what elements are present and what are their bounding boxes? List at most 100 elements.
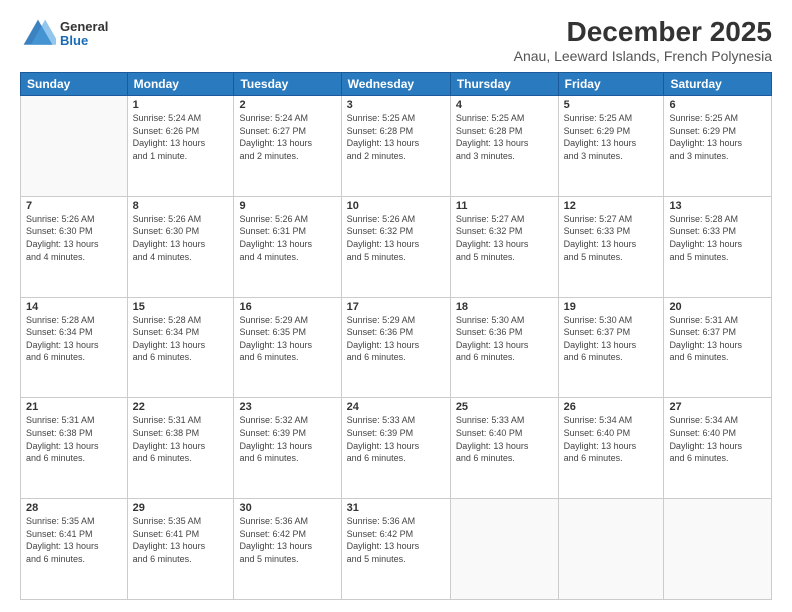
header: General Blue December 2025 Anau, Leeward… bbox=[20, 16, 772, 64]
day-number: 7 bbox=[26, 200, 122, 212]
calendar-cell: 28Sunrise: 5:35 AMSunset: 6:41 PMDayligh… bbox=[21, 499, 128, 600]
day-number: 31 bbox=[347, 502, 445, 514]
day-number: 28 bbox=[26, 502, 122, 514]
day-number: 12 bbox=[564, 200, 659, 212]
day-number: 13 bbox=[669, 200, 766, 212]
week-row-3: 14 Sunrise: 5:28 AMSunset: 6:34 PMDayligh… bbox=[21, 297, 772, 398]
calendar-cell: 8Sunrise: 5:26 AMSunset: 6:30 PMDaylight… bbox=[127, 196, 234, 297]
day-number: 27 bbox=[669, 401, 766, 413]
day-number: 30 bbox=[239, 502, 335, 514]
day-number: 23 bbox=[239, 401, 335, 413]
calendar-header-row: SundayMondayTuesdayWednesdayThursdayFrid… bbox=[21, 73, 772, 96]
day-header-friday: Friday bbox=[558, 73, 664, 96]
calendar-cell: 9Sunrise: 5:26 AMSunset: 6:31 PMDaylight… bbox=[234, 196, 341, 297]
calendar-cell: 22Sunrise: 5:31 AMSunset: 6:38 PMDayligh… bbox=[127, 398, 234, 499]
calendar-cell: 30Sunrise: 5:36 AMSunset: 6:42 PMDayligh… bbox=[234, 499, 341, 600]
day-number: 22 bbox=[133, 401, 229, 413]
month-year: December 2025 bbox=[514, 16, 772, 48]
day-info: Sunrise: 5:26 AMSunset: 6:32 PMDaylight:… bbox=[347, 213, 445, 263]
day-info: Sunrise: 5:26 AMSunset: 6:30 PMDaylight:… bbox=[26, 213, 122, 263]
day-info: Sunrise: 5:35 AMSunset: 6:41 PMDaylight:… bbox=[133, 515, 229, 565]
calendar-cell bbox=[558, 499, 664, 600]
calendar-cell: 18Sunrise: 5:30 AMSunset: 6:36 PMDayligh… bbox=[450, 297, 558, 398]
day-info: Sunrise: 5:27 AMSunset: 6:32 PMDaylight:… bbox=[456, 213, 553, 263]
day-info: Sunrise: 5:33 AMSunset: 6:40 PMDaylight:… bbox=[456, 414, 553, 464]
day-info: Sunrise: 5:27 AMSunset: 6:33 PMDaylight:… bbox=[564, 213, 659, 263]
calendar-cell: 25Sunrise: 5:33 AMSunset: 6:40 PMDayligh… bbox=[450, 398, 558, 499]
day-number: 14 bbox=[26, 301, 122, 313]
day-number: 15 bbox=[133, 301, 229, 313]
week-row-5: 28Sunrise: 5:35 AMSunset: 6:41 PMDayligh… bbox=[21, 499, 772, 600]
day-info: Sunrise: 5:25 AMSunset: 6:29 PMDaylight:… bbox=[564, 112, 659, 162]
day-info: Sunrise: 5:30 AMSunset: 6:37 PMDaylight:… bbox=[564, 314, 659, 364]
day-info: Sunrise: 5:30 AMSunset: 6:36 PMDaylight:… bbox=[456, 314, 553, 364]
logo-icon bbox=[20, 16, 56, 52]
calendar-cell: 4Sunrise: 5:25 AMSunset: 6:28 PMDaylight… bbox=[450, 96, 558, 197]
logo-general: General bbox=[60, 20, 108, 34]
day-number: 21 bbox=[26, 401, 122, 413]
day-info: Sunrise: 5:25 AMSunset: 6:28 PMDaylight:… bbox=[456, 112, 553, 162]
calendar-cell: 14Sunrise: 5:28 AMSunset: 6:34 PMDayligh… bbox=[21, 297, 128, 398]
calendar-cell: 10Sunrise: 5:26 AMSunset: 6:32 PMDayligh… bbox=[341, 196, 450, 297]
day-info: Sunrise: 5:25 AMSunset: 6:28 PMDaylight:… bbox=[347, 112, 445, 162]
calendar-cell bbox=[450, 499, 558, 600]
logo: General Blue bbox=[20, 16, 108, 52]
page: General Blue December 2025 Anau, Leeward… bbox=[0, 0, 792, 612]
day-info: Sunrise: 5:33 AMSunset: 6:39 PMDaylight:… bbox=[347, 414, 445, 464]
day-info: Sunrise: 5:28 AMSunset: 6:33 PMDaylight:… bbox=[669, 213, 766, 263]
day-info: Sunrise: 5:29 AMSunset: 6:35 PMDaylight:… bbox=[239, 314, 335, 364]
week-row-1: 1Sunrise: 5:24 AMSunset: 6:26 PMDaylight… bbox=[21, 96, 772, 197]
day-number: 1 bbox=[133, 99, 229, 111]
calendar-cell: 17Sunrise: 5:29 AMSunset: 6:36 PMDayligh… bbox=[341, 297, 450, 398]
day-number: 18 bbox=[456, 301, 553, 313]
day-info: Sunrise: 5:29 AMSunset: 6:36 PMDaylight:… bbox=[347, 314, 445, 364]
day-info: Sunrise: 5:24 AMSunset: 6:27 PMDaylight:… bbox=[239, 112, 335, 162]
day-info: Sunrise: 5:31 AMSunset: 6:37 PMDaylight:… bbox=[669, 314, 766, 364]
day-number: 24 bbox=[347, 401, 445, 413]
day-number: 3 bbox=[347, 99, 445, 111]
day-number: 25 bbox=[456, 401, 553, 413]
day-info: Sunrise: 5:36 AMSunset: 6:42 PMDaylight:… bbox=[347, 515, 445, 565]
day-number: 2 bbox=[239, 99, 335, 111]
day-info: Sunrise: 5:34 AMSunset: 6:40 PMDaylight:… bbox=[669, 414, 766, 464]
day-number: 6 bbox=[669, 99, 766, 111]
logo-text: General Blue bbox=[60, 20, 108, 49]
day-number: 29 bbox=[133, 502, 229, 514]
day-number: 26 bbox=[564, 401, 659, 413]
calendar-cell: 15Sunrise: 5:28 AMSunset: 6:34 PMDayligh… bbox=[127, 297, 234, 398]
day-number: 20 bbox=[669, 301, 766, 313]
title-block: December 2025 Anau, Leeward Islands, Fre… bbox=[514, 16, 772, 64]
day-header-tuesday: Tuesday bbox=[234, 73, 341, 96]
day-info: Sunrise: 5:35 AMSunset: 6:41 PMDaylight:… bbox=[26, 515, 122, 565]
calendar-cell: 31Sunrise: 5:36 AMSunset: 6:42 PMDayligh… bbox=[341, 499, 450, 600]
calendar-cell: 11Sunrise: 5:27 AMSunset: 6:32 PMDayligh… bbox=[450, 196, 558, 297]
day-info: Sunrise: 5:31 AMSunset: 6:38 PMDaylight:… bbox=[133, 414, 229, 464]
day-header-wednesday: Wednesday bbox=[341, 73, 450, 96]
calendar-cell: 5Sunrise: 5:25 AMSunset: 6:29 PMDaylight… bbox=[558, 96, 664, 197]
week-row-2: 7Sunrise: 5:26 AMSunset: 6:30 PMDaylight… bbox=[21, 196, 772, 297]
calendar-cell: 6Sunrise: 5:25 AMSunset: 6:29 PMDaylight… bbox=[664, 96, 772, 197]
calendar-cell: 27Sunrise: 5:34 AMSunset: 6:40 PMDayligh… bbox=[664, 398, 772, 499]
calendar-cell: 23Sunrise: 5:32 AMSunset: 6:39 PMDayligh… bbox=[234, 398, 341, 499]
day-info: Sunrise: 5:31 AMSunset: 6:38 PMDaylight:… bbox=[26, 414, 122, 464]
calendar-cell: 24Sunrise: 5:33 AMSunset: 6:39 PMDayligh… bbox=[341, 398, 450, 499]
day-header-monday: Monday bbox=[127, 73, 234, 96]
day-info: Sunrise: 5:26 AMSunset: 6:31 PMDaylight:… bbox=[239, 213, 335, 263]
day-number: 4 bbox=[456, 99, 553, 111]
day-number: 8 bbox=[133, 200, 229, 212]
day-info: Sunrise: 5:24 AMSunset: 6:26 PMDaylight:… bbox=[133, 112, 229, 162]
calendar-table: SundayMondayTuesdayWednesdayThursdayFrid… bbox=[20, 72, 772, 600]
calendar-cell: 16Sunrise: 5:29 AMSunset: 6:35 PMDayligh… bbox=[234, 297, 341, 398]
calendar-cell: 7Sunrise: 5:26 AMSunset: 6:30 PMDaylight… bbox=[21, 196, 128, 297]
day-header-thursday: Thursday bbox=[450, 73, 558, 96]
day-info: Sunrise: 5:28 AMSunset: 6:34 PMDaylight:… bbox=[133, 314, 229, 364]
day-number: 10 bbox=[347, 200, 445, 212]
day-number: 9 bbox=[239, 200, 335, 212]
day-info: Sunrise: 5:34 AMSunset: 6:40 PMDaylight:… bbox=[564, 414, 659, 464]
day-number: 5 bbox=[564, 99, 659, 111]
calendar-cell bbox=[21, 96, 128, 197]
logo-blue: Blue bbox=[60, 34, 108, 48]
day-number: 17 bbox=[347, 301, 445, 313]
day-info: Sunrise: 5:25 AMSunset: 6:29 PMDaylight:… bbox=[669, 112, 766, 162]
calendar-cell: 19Sunrise: 5:30 AMSunset: 6:37 PMDayligh… bbox=[558, 297, 664, 398]
